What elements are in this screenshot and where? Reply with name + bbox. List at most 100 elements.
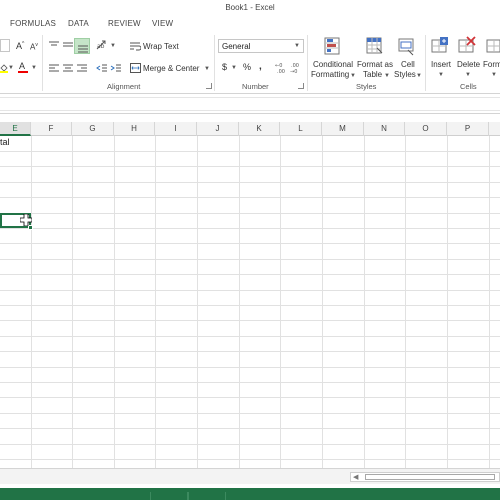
status-bar (0, 484, 500, 500)
format-table-dropdown-icon[interactable]: ▼ (384, 73, 390, 79)
format-cells-icon (486, 36, 500, 56)
conditional-formatting-icon (324, 36, 342, 56)
increase-indent-icon[interactable] (110, 63, 122, 73)
currency-button[interactable]: $ (222, 62, 227, 72)
column-header-i[interactable]: I (155, 122, 197, 136)
font-color-dropdown-icon[interactable]: ▼ (31, 65, 37, 71)
tab-data[interactable]: DATA (68, 19, 89, 28)
gridline-horizontal (0, 367, 500, 368)
svg-text:.00: .00 (277, 69, 285, 74)
cell-styles-dropdown-icon[interactable]: ▼ (416, 73, 422, 79)
number-format-dropdown-icon: ▼ (294, 43, 300, 49)
gridline-vertical (364, 136, 365, 468)
column-header-k[interactable]: K (239, 122, 280, 136)
tab-formulas[interactable]: FORMULAS (10, 19, 56, 28)
group-separator (307, 35, 308, 91)
alignment-launcher-icon[interactable] (206, 83, 212, 89)
gridline-horizontal (0, 336, 500, 337)
bottom-align-button[interactable] (74, 38, 90, 54)
grow-font-button[interactable]: A^ (16, 41, 24, 51)
gridline-vertical (239, 136, 240, 468)
gridline-horizontal (0, 397, 500, 398)
gridline-vertical (197, 136, 198, 468)
column-header-o[interactable]: O (405, 122, 447, 136)
gridline-vertical (155, 136, 156, 468)
formula-bar (0, 94, 500, 114)
increase-decimal-icon[interactable]: ←0.00 (275, 61, 288, 75)
delete-dropdown-icon[interactable]: ▼ (465, 72, 471, 78)
gridline-horizontal (0, 259, 500, 260)
shrink-font-button[interactable]: Av (30, 42, 38, 52)
align-center-icon[interactable] (62, 63, 74, 73)
merge-dropdown-icon[interactable]: ▼ (204, 66, 210, 72)
number-format-dropdown[interactable]: General ▼ (218, 39, 304, 53)
gridline-vertical (31, 136, 32, 468)
normal-view-button[interactable] (150, 492, 188, 500)
window-title: Book1 - Excel (225, 3, 275, 12)
align-right-icon[interactable] (76, 63, 88, 73)
middle-align-icon[interactable] (62, 40, 74, 50)
currency-dropdown-icon[interactable]: ▼ (231, 65, 237, 71)
format-dropdown-icon[interactable]: ▼ (491, 72, 497, 78)
comma-button[interactable]: , (259, 61, 262, 72)
gridline-horizontal (0, 166, 500, 167)
formula-input[interactable] (0, 97, 500, 111)
delete-button[interactable]: Delete (457, 60, 480, 69)
status-bar-background (0, 488, 500, 500)
font-size-dropdown[interactable] (0, 39, 10, 52)
gridline-horizontal (0, 428, 500, 429)
scroll-left-icon[interactable]: ◀ (353, 473, 358, 481)
scroll-thumb[interactable] (365, 474, 495, 480)
align-left-icon[interactable] (48, 63, 60, 73)
fill-color-dropdown-icon[interactable]: ▼ (8, 65, 14, 71)
column-header-e[interactable]: E (0, 122, 31, 136)
wrap-text-button[interactable]: Wrap Text (143, 42, 179, 51)
worksheet-grid[interactable]: tal (0, 136, 500, 468)
svg-text:→0: →0 (290, 69, 297, 74)
page-layout-button[interactable] (188, 492, 226, 500)
column-header-n[interactable]: N (364, 122, 405, 136)
merge-center-button[interactable]: Merge & Center (143, 64, 199, 73)
insert-cells-icon (431, 36, 449, 56)
column-header-f[interactable]: F (31, 122, 72, 136)
column-header-j[interactable]: J (197, 122, 239, 136)
tab-review[interactable]: REVIEW (108, 19, 141, 28)
percent-button[interactable]: % (243, 62, 251, 72)
alignment-group-label: Alignment (107, 82, 141, 91)
column-header-h[interactable]: H (114, 122, 155, 136)
gridline-vertical (322, 136, 323, 468)
conditional-dropdown-icon[interactable]: ▼ (350, 73, 356, 79)
merge-center-icon (130, 63, 141, 73)
number-launcher-icon[interactable] (298, 83, 304, 89)
insert-dropdown-icon[interactable]: ▼ (438, 72, 444, 78)
format-button[interactable]: Form (483, 60, 500, 69)
column-header-g[interactable]: G (72, 122, 114, 136)
column-header-m[interactable]: M (322, 122, 364, 136)
font-color-icon[interactable]: A (18, 61, 28, 74)
group-separator (425, 35, 426, 91)
group-separator (214, 35, 215, 91)
gridline-horizontal (0, 151, 500, 152)
column-header-l[interactable]: L (280, 122, 322, 136)
insert-button[interactable]: Insert (431, 60, 451, 69)
tab-view[interactable]: VIEW (152, 19, 173, 28)
horizontal-scrollbar[interactable]: ◀ (350, 472, 500, 482)
gridline-horizontal (0, 351, 500, 352)
decrease-indent-icon[interactable] (96, 63, 108, 73)
orientation-icon[interactable]: ab (96, 40, 110, 51)
top-align-icon[interactable] (48, 40, 60, 50)
gridline-horizontal (0, 197, 500, 198)
number-format-value: General (222, 42, 251, 51)
gridline-horizontal (0, 305, 500, 306)
gridline-horizontal (0, 320, 500, 321)
orientation-dropdown-icon[interactable]: ▼ (110, 43, 116, 49)
cursor-icon (19, 213, 33, 227)
ribbon: A^ Av ▼ A ▼ ab ▼ Wrap Text Merge & Cente… (0, 32, 500, 94)
column-header-p[interactable]: P (447, 122, 489, 136)
title-bar: Book1 - Excel (0, 0, 500, 16)
fill-color-icon[interactable] (0, 63, 8, 73)
group-separator (42, 35, 43, 91)
decrease-decimal-icon[interactable]: .00 →0 (290, 61, 303, 75)
gridline-horizontal (0, 274, 500, 275)
cell-e1[interactable]: tal (0, 137, 10, 147)
